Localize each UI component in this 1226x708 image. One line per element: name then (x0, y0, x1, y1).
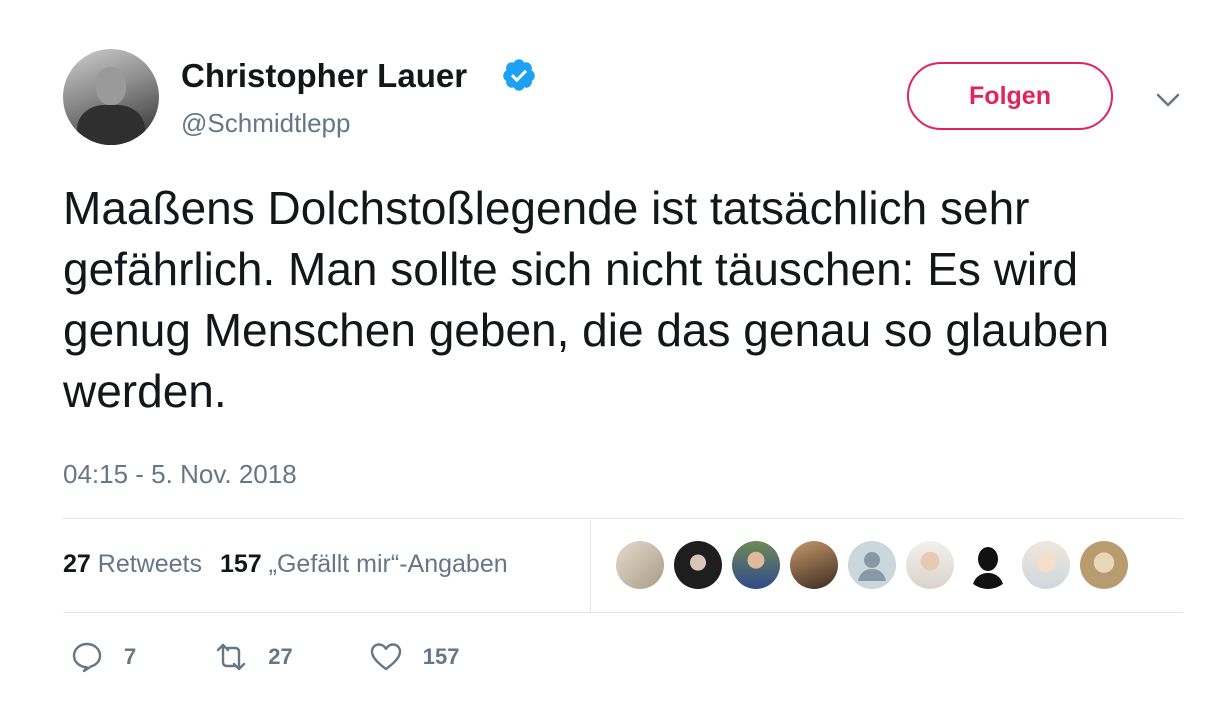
liker-avatar[interactable] (674, 541, 722, 589)
tweet-stats: 27 Retweets 157 „Gefällt mir“-Angaben (63, 548, 508, 580)
liker-avatars (616, 541, 1128, 589)
author-avatar[interactable] (63, 49, 159, 145)
liker-avatar[interactable] (1080, 541, 1128, 589)
tweet-actions: 7 27 157 (70, 640, 459, 674)
author-name[interactable]: Christopher Lauer (181, 56, 467, 96)
follow-button[interactable]: Folgen (907, 62, 1113, 130)
liker-avatar[interactable] (964, 541, 1012, 589)
liker-avatar[interactable] (906, 541, 954, 589)
retweet-count: 27 (268, 644, 293, 669)
liker-avatar[interactable] (1022, 541, 1070, 589)
reply-action[interactable]: 7 (70, 640, 136, 674)
likes-count: 157 (219, 550, 262, 578)
liker-avatar[interactable] (732, 541, 780, 589)
tweet-text: Maaßens Dolchstoßlegende ist tatsächlich… (63, 182, 1110, 417)
heart-icon (370, 643, 401, 671)
tweet-timestamp[interactable]: 04:15 - 5. Nov. 2018 (63, 458, 297, 490)
author-handle[interactable]: @Schmidtlepp (181, 107, 350, 139)
reply-icon (72, 642, 102, 673)
retweets-stat[interactable]: 27 Retweets (63, 550, 202, 578)
liker-avatar[interactable] (790, 541, 838, 589)
verified-badge-icon (503, 59, 535, 91)
like-count: 157 (422, 644, 460, 669)
divider-bottom (63, 612, 1183, 613)
liker-avatar[interactable] (616, 541, 664, 589)
retweets-label: Retweets (97, 550, 202, 578)
divider-top (63, 518, 1183, 519)
avatar-face (96, 67, 126, 105)
retweet-icon (217, 643, 246, 671)
avatar-shoulders (77, 105, 145, 145)
chevron-down-icon[interactable] (1155, 90, 1181, 110)
retweets-count: 27 (63, 550, 91, 578)
likes-label: „Gefällt mir“-Angaben (268, 550, 508, 578)
stats-divider (590, 520, 591, 612)
like-action[interactable]: 157 (369, 640, 460, 674)
likes-stat[interactable]: 157 „Gefällt mir“-Angaben (220, 550, 508, 578)
reply-count: 7 (124, 644, 137, 669)
retweet-action[interactable]: 27 (214, 640, 293, 674)
liker-avatar[interactable] (848, 541, 896, 589)
